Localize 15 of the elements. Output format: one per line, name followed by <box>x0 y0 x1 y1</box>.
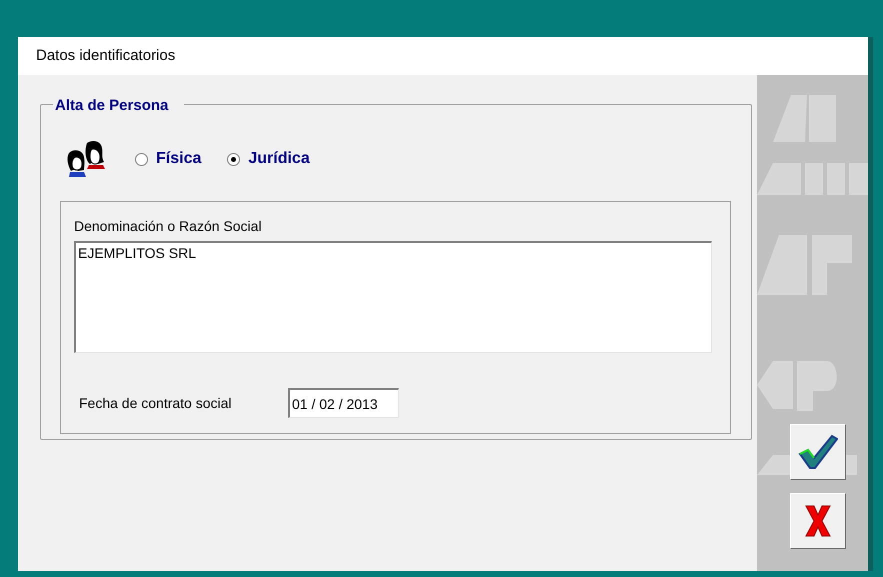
radio-button[interactable] <box>227 152 240 166</box>
cross-icon <box>804 504 832 538</box>
input-field[interactable]: EJEMPLITOS SRL <box>74 241 712 353</box>
field-label: Fecha de contrato social <box>79 394 233 412</box>
field-label: Denominación o Razón Social <box>74 217 263 236</box>
window-title: Datos identificatorios <box>36 46 176 66</box>
radio-label: Jurídica <box>248 149 310 169</box>
cancel-button[interactable] <box>790 493 846 549</box>
accept-button[interactable] <box>790 424 846 480</box>
radio-button[interactable] <box>135 152 148 166</box>
date-field[interactable]: 01 / 02 / 2013 <box>288 388 399 418</box>
radio-option[interactable]: Jurídica <box>227 147 310 171</box>
radio-option[interactable]: Física <box>135 147 202 171</box>
radio-label: Física <box>156 149 202 169</box>
checkmark-icon <box>798 434 838 470</box>
